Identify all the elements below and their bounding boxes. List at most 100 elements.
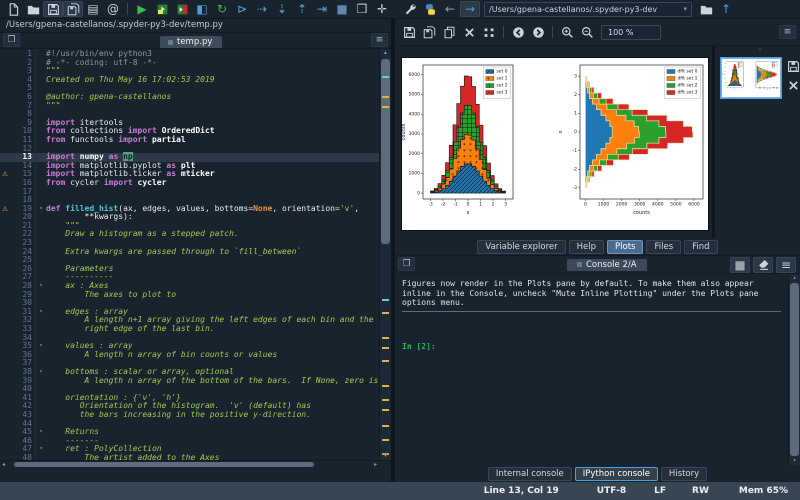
back-icon[interactable]: ←	[440, 1, 460, 17]
scrollbar-thumb[interactable]	[790, 283, 799, 456]
code-line-36[interactable]: 36 A length n array of bin counts or val…	[0, 351, 380, 360]
code-line-16[interactable]: 16from cycler import cycler	[0, 179, 380, 188]
remove-all-variables-icon[interactable]	[753, 257, 773, 273]
code-line-43[interactable]: 43 the bars increasing in the positive y…	[0, 411, 380, 420]
copy-plot-icon[interactable]	[439, 24, 459, 40]
code-line-33[interactable]: 33 right edge of the last bin.	[0, 325, 380, 334]
scrollbar-thumb[interactable]	[381, 59, 390, 244]
code-fold-icon[interactable]: ▾	[36, 342, 46, 351]
zoom-in-icon[interactable]	[557, 24, 577, 40]
step-over-icon[interactable]: ⇢	[252, 1, 272, 17]
next-plot-icon[interactable]	[528, 24, 548, 40]
code-fold-icon[interactable]: ▾	[36, 445, 46, 454]
run-cell-icon[interactable]	[152, 1, 172, 17]
plot-thumbnail-selected[interactable]	[721, 58, 781, 98]
code-editor[interactable]: 1#!/usr/bin/env python32# -*- coding: ut…	[0, 49, 391, 460]
code-line-7[interactable]: 7"""	[0, 102, 380, 111]
save-plot-icon[interactable]	[399, 24, 419, 40]
tab-ipython-console[interactable]: IPython console	[575, 467, 658, 481]
plots-zoom-level[interactable]: 100 %	[601, 25, 661, 40]
find-symbols-icon[interactable]: @	[103, 1, 123, 17]
python-environment-icon[interactable]	[420, 1, 440, 17]
scrollbar-thumb[interactable]	[14, 462, 314, 467]
working-directory-combo[interactable]: /Users/gpena-castellanos/.spyder-py3-dev…	[484, 2, 692, 17]
thumbnail-remove-icon[interactable]	[786, 79, 800, 91]
code-line-39[interactable]: 39 A length n array of the bottom of the…	[0, 377, 380, 386]
console-options-icon[interactable]: ≡	[776, 257, 796, 273]
interrupt-kernel-icon[interactable]: ■	[730, 257, 750, 273]
file-switcher-icon[interactable]: ▤	[83, 1, 103, 17]
scroll-left-icon[interactable]: ◂	[2, 461, 5, 469]
chevron-down-icon: ▾	[683, 5, 687, 13]
code-fold-icon[interactable]: ▾	[36, 368, 46, 377]
scroll-up-icon[interactable]: ▴	[789, 274, 800, 282]
forward-icon[interactable]: →	[460, 1, 480, 17]
scrollbar-flag	[382, 425, 389, 427]
tab-history[interactable]: History	[661, 467, 707, 481]
status-line-col: Line 13, Col 19	[484, 486, 559, 496]
code-line-17[interactable]: 17	[0, 188, 380, 197]
re-run-cell-icon[interactable]: ↻	[212, 1, 232, 17]
editor-horizontal-scrollbar[interactable]: ◂ ▸	[0, 460, 391, 469]
tab-help[interactable]: Help	[569, 240, 604, 254]
browse-tabs-icon[interactable]: ❐	[398, 257, 415, 271]
run-cell-advance-icon[interactable]	[172, 1, 192, 17]
run-selection-icon[interactable]: ◧	[192, 1, 212, 17]
open-file-icon[interactable]	[23, 1, 43, 17]
scroll-down-icon[interactable]: ▾	[380, 452, 391, 460]
tab-plots[interactable]: Plots	[607, 240, 643, 254]
thumbnail-save-icon[interactable]	[786, 60, 800, 72]
editor-breadcrumb: /Users/gpena-castellanos/.spyder-py3-dev…	[0, 19, 391, 33]
scroll-down-icon[interactable]: ▾	[789, 457, 800, 465]
tab-files[interactable]: Files	[646, 240, 681, 254]
code-line-24[interactable]: 24 Extra kwargs are passed through to `f…	[0, 248, 380, 257]
step-into-icon[interactable]: ⇣	[272, 1, 292, 17]
editor-options-icon[interactable]: ≡	[371, 33, 388, 47]
editor-pane: /Users/gpena-castellanos/.spyder-py3-dev…	[0, 19, 391, 482]
scroll-right-icon[interactable]: ▸	[374, 461, 377, 469]
console-scrollbar[interactable]: ▴ ▾	[788, 274, 800, 465]
preferences-wrench-icon[interactable]	[400, 1, 420, 17]
code-fold-icon[interactable]: ▾	[36, 428, 46, 437]
code-line-11[interactable]: 11from functools import partial	[0, 136, 380, 145]
code-fold-icon[interactable]: ▾	[36, 205, 46, 214]
scroll-up-icon[interactable]: ▴	[380, 49, 391, 57]
zoom-out-icon[interactable]	[577, 24, 597, 40]
tab-internal-console[interactable]: Internal console	[488, 467, 572, 481]
code-fold-icon[interactable]: ▾	[36, 308, 46, 317]
previous-plot-icon[interactable]	[508, 24, 528, 40]
remove-plot-icon[interactable]	[459, 24, 479, 40]
stop-debug-icon[interactable]: ■	[332, 1, 352, 17]
save-all-plots-icon[interactable]	[419, 24, 439, 40]
splitter-handle[interactable]: ⌃	[758, 48, 763, 55]
status-eol: LF	[654, 486, 666, 496]
file-icon	[168, 40, 173, 45]
remove-all-plots-icon[interactable]	[479, 24, 499, 40]
tab-find[interactable]: Find	[684, 240, 717, 254]
save-file-icon[interactable]	[43, 1, 63, 17]
debug-file-icon[interactable]: ⊳	[232, 1, 252, 17]
scrollbar-flag	[382, 399, 389, 401]
editor-vertical-scrollbar[interactable]: ▴ ▾	[379, 49, 391, 460]
new-file-icon[interactable]	[3, 1, 23, 17]
tab-variable-explorer[interactable]: Variable explorer	[477, 240, 565, 254]
save-all-icon[interactable]	[63, 1, 83, 17]
fullscreen-icon[interactable]: ✛	[372, 1, 392, 17]
open-working-directory-icon[interactable]	[696, 1, 716, 17]
debug-continue-icon[interactable]: ⇥	[312, 1, 332, 17]
tab-temp-py[interactable]: temp.py	[160, 36, 222, 48]
step-return-icon[interactable]: ⇡	[292, 1, 312, 17]
code-line-22[interactable]: 22 Draw a histogram as a stepped patch.	[0, 230, 380, 239]
code-fold-icon[interactable]: ▾	[36, 282, 46, 291]
maximize-pane-icon[interactable]: ❒	[352, 1, 372, 17]
ipython-console[interactable]: Figures now render in the Plots pane by …	[395, 274, 800, 465]
code-line-4[interactable]: 4Created on Thu May 16 17:02:53 2019	[0, 76, 380, 85]
browse-tabs-icon[interactable]: ❐	[3, 33, 20, 47]
tab-console-2a[interactable]: Console 2/A	[567, 259, 647, 271]
code-line-29[interactable]: 29 The axes to plot to	[0, 291, 380, 300]
console-icon	[577, 262, 582, 267]
run-file-icon[interactable]: ▶	[132, 1, 152, 17]
plots-options-icon[interactable]: ≡	[779, 25, 796, 39]
parent-directory-icon[interactable]: ↑	[716, 1, 736, 17]
warning-icon: ⚠	[0, 205, 10, 214]
